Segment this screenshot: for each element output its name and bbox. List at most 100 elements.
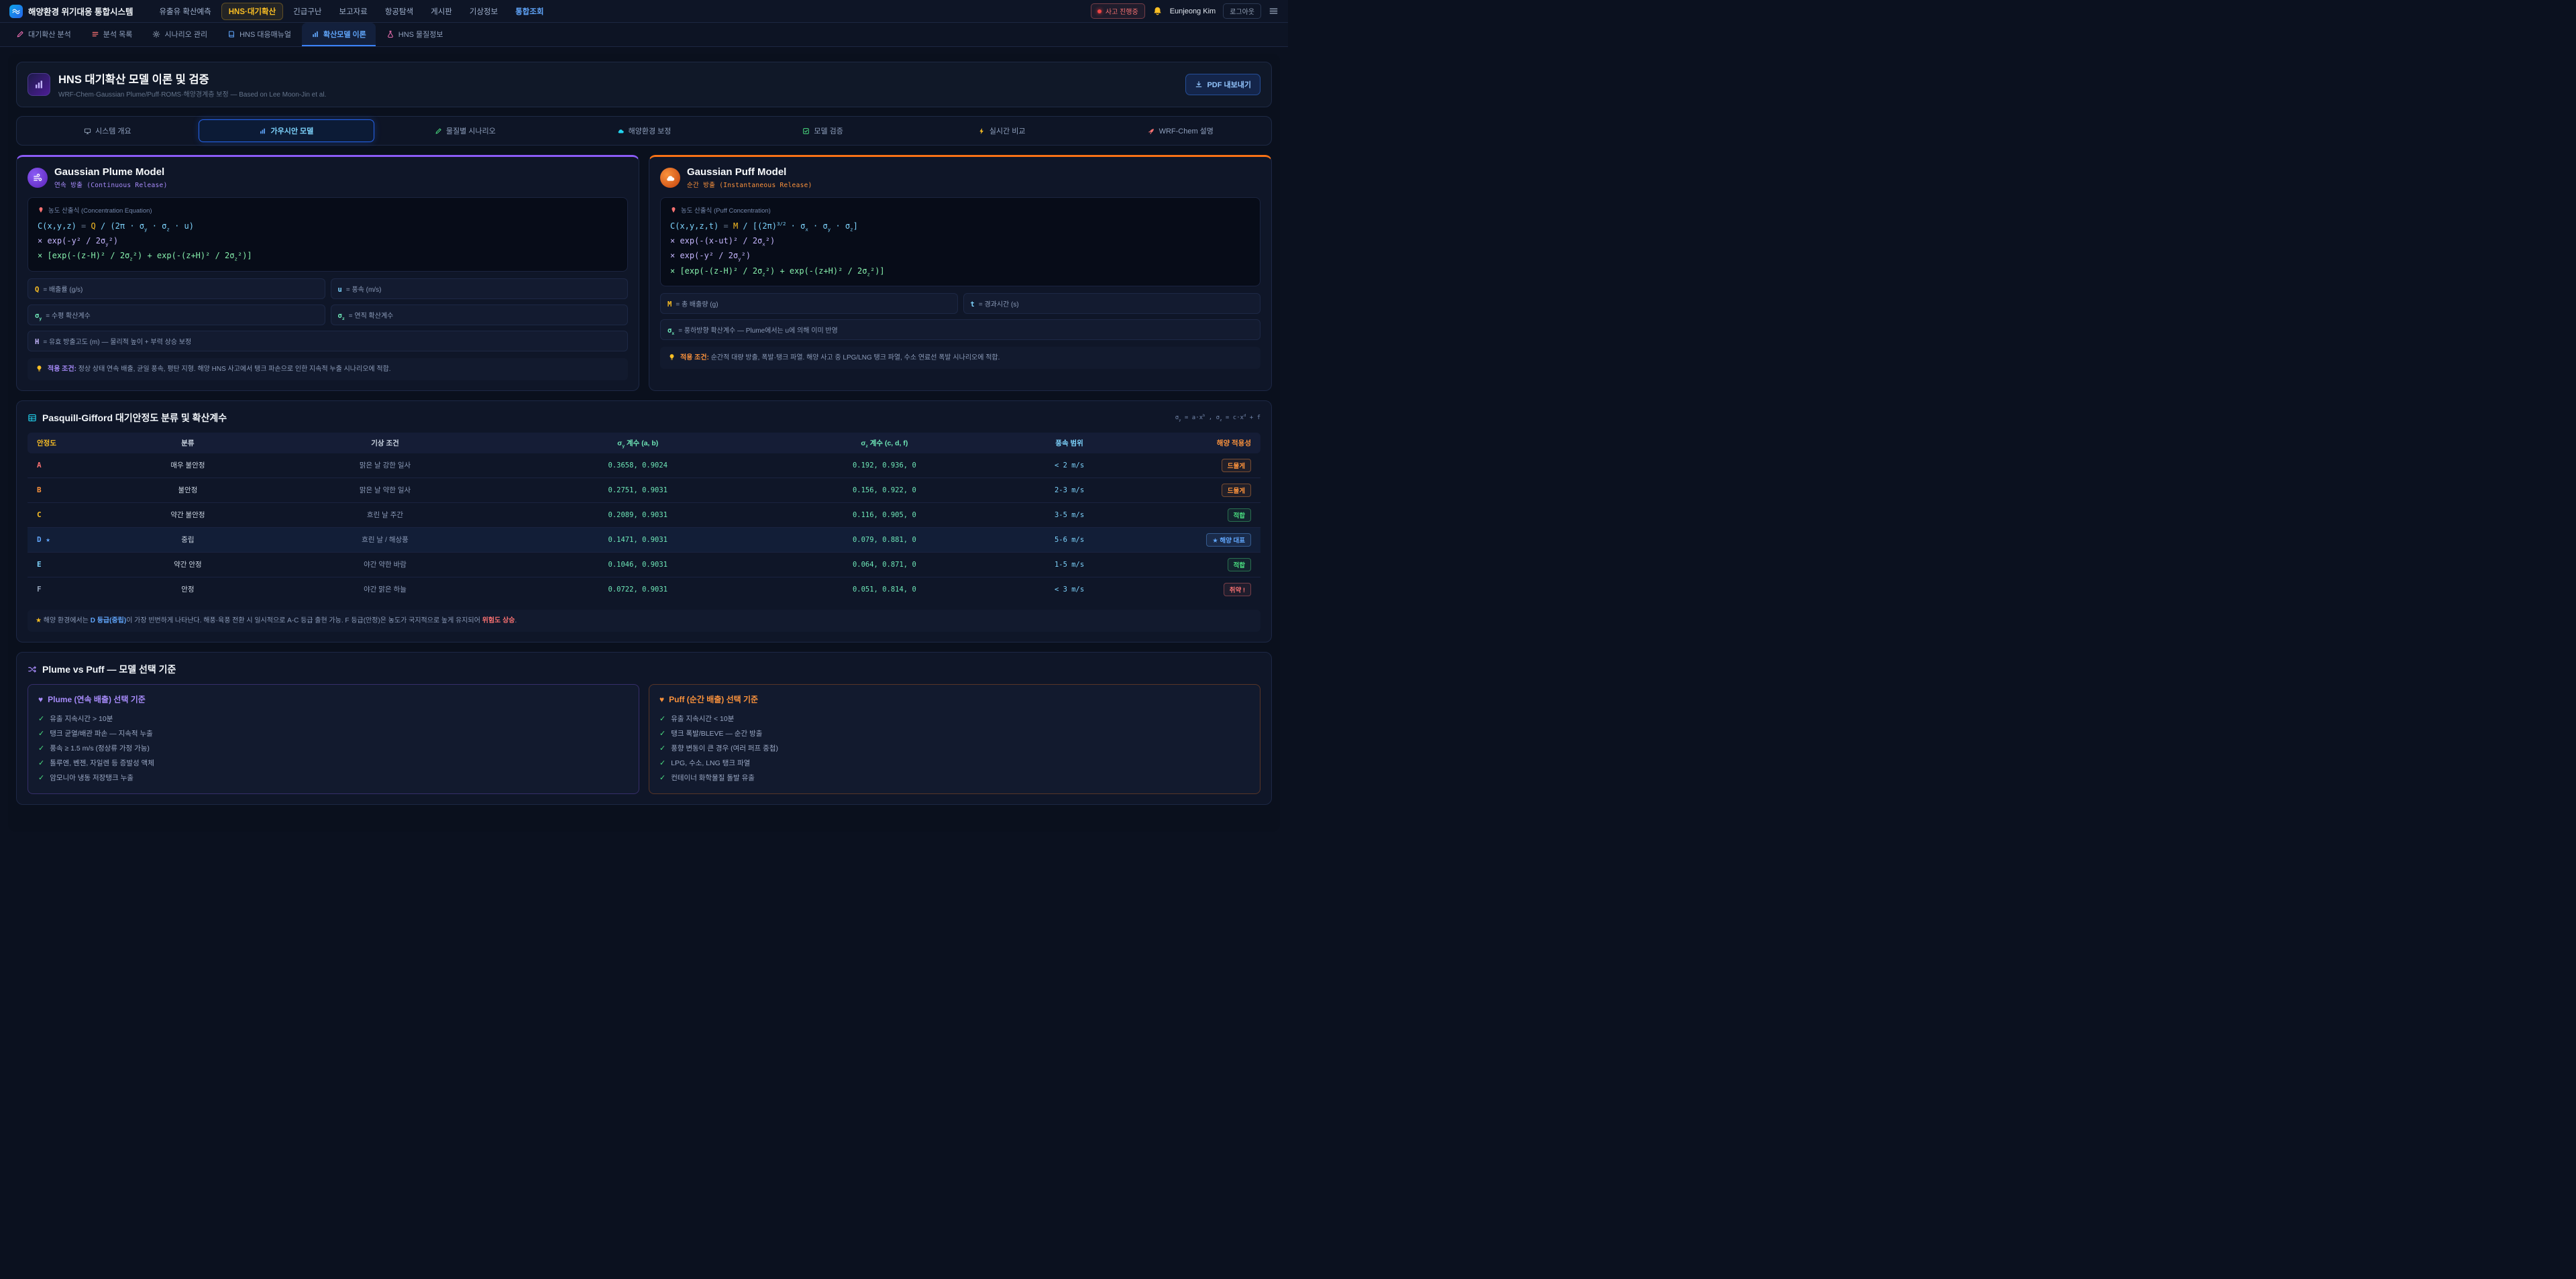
app-logo: 해양환경 위기대응 통합시스템 <box>9 5 133 18</box>
nav-item[interactable]: 긴급구난 <box>286 3 329 20</box>
category-cell: 불안정 <box>114 478 262 502</box>
subnav-tab-analysis-list[interactable]: 분석 목록 <box>82 23 142 46</box>
puff-criteria-heading: ♥ Puff (순간 배출) 선택 기준 <box>659 693 1250 705</box>
equation-line: × exp(-(x-ut)² / 2σx²) <box>670 233 1250 248</box>
param-description: = 풍하방향 확산계수 — Plume에서는 u에 의해 이미 반영 <box>678 325 838 335</box>
nav-item[interactable]: HNS·대기확산 <box>221 3 283 20</box>
wind-range-cell: < 3 m/s <box>1002 577 1137 602</box>
tab-realtime-compare[interactable]: 실시간 비교 <box>914 119 1090 142</box>
nav-item[interactable]: 기상정보 <box>462 3 505 20</box>
criteria-text: 유출 지속시간 > 10분 <box>50 714 113 724</box>
applicability-cell: 적합 <box>1137 552 1260 577</box>
applicability-cell: ★ 해양 대표 <box>1137 527 1260 552</box>
puff-card-header: Gaussian Puff Model 순간 방출 (Instantaneous… <box>660 166 1260 189</box>
plume-application-note: 적용 조건: 정상 상태 연속 배출, 균일 풍속, 평탄 지형. 해양 HNS… <box>28 358 628 380</box>
logout-button[interactable]: 로그아웃 <box>1223 3 1261 19</box>
stability-grade-cell: E <box>28 552 114 577</box>
nav-item[interactable]: 게시판 <box>423 3 460 20</box>
bolt-icon <box>978 127 985 135</box>
cloud-icon <box>617 127 625 135</box>
page-header: HNS 대기확산 모델 이론 및 검증 WRF-Chem·Gaussian Pl… <box>16 62 1272 107</box>
param-description: = 유효 방출고도 (m) — 물리적 높이 + 부력 상승 보정 <box>43 336 191 346</box>
sigma-z-coefficient-cell: 0.156, 0.922, 0 <box>767 478 1002 502</box>
param-description: = 경과시간 (s) <box>979 298 1019 309</box>
table-row: D ★ 중립 흐린 날 / 해상풍 0.1471, 0.9031 0.079, … <box>28 527 1260 552</box>
puff-params: M = 총 배출량 (g) t = 경과시간 (s) σx = 풍하방향 확산계… <box>660 293 1260 340</box>
cloud-icon <box>660 168 680 188</box>
criteria-text: 탱크 폭발/BLEVE — 순간 방출 <box>671 728 762 738</box>
tab-wrf-chem[interactable]: WRF-Chem 설명 <box>1092 119 1269 142</box>
equation-line: × [exp(-(z-H)² / 2σz²) + exp(-(z+H)² / 2… <box>670 264 1250 278</box>
notifications-bell-icon[interactable] <box>1152 6 1163 16</box>
model-cards: Gaussian Plume Model 연속 방출 (Continuous R… <box>16 155 1272 391</box>
tab-model-validation[interactable]: 모델 검증 <box>735 119 911 142</box>
download-icon <box>1195 80 1203 89</box>
param-symbol: σy <box>35 312 42 320</box>
tab-system-overview[interactable]: 시스템 개요 <box>19 119 196 142</box>
plume-equation-label: 농도 산출식 (Concentration Equation) <box>38 205 618 215</box>
column-header: σy 계수 (a, b) <box>508 433 767 453</box>
subnav-label: 분석 목록 <box>103 29 133 40</box>
book-icon <box>227 30 235 38</box>
pencil-icon <box>435 127 442 135</box>
sigma-z-coefficient-cell: 0.116, 0.905, 0 <box>767 502 1002 527</box>
check-icon: ✓ <box>659 759 665 767</box>
tab-gaussian-model[interactable]: 가우시안 모델 <box>199 119 375 142</box>
subnav-tab-scenario-manage[interactable]: 시나리오 관리 <box>143 23 217 46</box>
heart-icon: ♥ <box>38 695 43 704</box>
sub-navigation: 대기확산 분석 분석 목록 시나리오 관리 HNS 대응매뉴얼 확산모델 이론 … <box>0 23 1288 47</box>
bulb-icon <box>668 353 676 361</box>
stability-grade-cell: D ★ <box>28 527 114 552</box>
gaussian-puff-card: Gaussian Puff Model 순간 방출 (Instantaneous… <box>649 155 1272 391</box>
param-symbol: Q <box>35 286 39 294</box>
dispersion-coefficient-formula: σy = a·xb , σz = c·xd + f <box>1175 414 1260 421</box>
subnav-tab-hns-manual[interactable]: HNS 대응매뉴얼 <box>218 23 301 46</box>
param-box: H = 유효 방출고도 (m) — 물리적 높이 + 부력 상승 보정 <box>28 331 628 351</box>
puff-criteria-box: ♥ Puff (순간 배출) 선택 기준 ✓ 유출 지속시간 < 10분 ✓ 탱… <box>649 684 1260 794</box>
criteria-text: 풍속 ≥ 1.5 m/s (정상류 가정 가능) <box>50 743 150 753</box>
nav-item[interactable]: 보고자료 <box>331 3 374 20</box>
pdf-export-button[interactable]: PDF 내보내기 <box>1185 74 1260 95</box>
pasquill-footnote: ★ 해양 환경에서는 D 등급(중립)이 가장 빈번하게 나타난다. 해풍·육풍… <box>28 610 1260 632</box>
subnav-tab-hns-substance[interactable]: HNS 물질정보 <box>377 23 453 46</box>
category-cell: 중립 <box>114 527 262 552</box>
criteria-text: 풍향 변동이 큰 경우 (여러 퍼프 중첩) <box>671 743 778 753</box>
applicability-badge: 드물게 <box>1222 459 1251 472</box>
selection-section-title: Plume vs Puff — 모델 선택 기준 <box>42 663 176 676</box>
hamburger-menu-icon[interactable] <box>1269 6 1279 16</box>
nav-item[interactable]: 통합조회 <box>508 3 551 20</box>
category-cell: 매우 불안정 <box>114 453 262 478</box>
puff-equation-block: 농도 산출식 (Puff Concentration) C(x,y,z,t) =… <box>660 197 1260 286</box>
criteria-item: ✓ 유출 지속시간 < 10분 <box>659 711 1250 726</box>
table-row: B 불안정 맑은 날 약한 일사 0.2751, 0.9031 0.156, 0… <box>28 478 1260 502</box>
subnav-tab-analysis[interactable]: 대기확산 분석 <box>7 23 80 46</box>
tab-substance-scenario[interactable]: 물질별 시나리오 <box>377 119 553 142</box>
chart-icon <box>311 30 319 38</box>
page-header-text: HNS 대기확산 모델 이론 및 검증 WRF-Chem·Gaussian Pl… <box>58 70 326 99</box>
pencil-icon <box>16 30 24 38</box>
criteria-item: ✓ 풍향 변동이 큰 경우 (여러 퍼프 중첩) <box>659 740 1250 755</box>
logo-wave-icon <box>9 5 23 18</box>
nav-item[interactable]: 항공탐색 <box>378 3 421 20</box>
applicability-badge: 드물게 <box>1222 484 1251 497</box>
sigma-y-coefficient-cell: 0.2089, 0.9031 <box>508 502 767 527</box>
tab-marine-correction[interactable]: 해양환경 보정 <box>556 119 733 142</box>
page-header-chart-icon <box>28 73 50 96</box>
user-name: Eunjeong Kim <box>1170 7 1216 15</box>
category-cell: 안정 <box>114 577 262 602</box>
table-row: F 안정 야간 맑은 하늘 0.0722, 0.9031 0.051, 0.81… <box>28 577 1260 602</box>
param-description: = 배출률 (g/s) <box>43 284 83 294</box>
shuffle-icon <box>28 665 37 674</box>
rocket-icon <box>1148 127 1155 135</box>
column-header: 해양 적용성 <box>1137 433 1260 453</box>
model-selection-section: Plume vs Puff — 모델 선택 기준 ♥ Plume (연속 배출)… <box>16 652 1272 805</box>
applicability-cell: 드물게 <box>1137 478 1260 502</box>
check-square-icon <box>802 127 810 135</box>
applicability-badge: 취약 ! <box>1224 583 1251 596</box>
main-content: HNS 대기확산 모델 이론 및 검증 WRF-Chem·Gaussian Pl… <box>8 54 1280 832</box>
check-icon: ✓ <box>38 729 44 738</box>
wind-range-cell: 1-5 m/s <box>1002 552 1137 577</box>
subnav-tab-model-theory[interactable]: 확산모델 이론 <box>302 23 376 46</box>
nav-item[interactable]: 유출유 확산예측 <box>152 3 218 20</box>
applicability-badge: ★ 해양 대표 <box>1206 533 1251 547</box>
